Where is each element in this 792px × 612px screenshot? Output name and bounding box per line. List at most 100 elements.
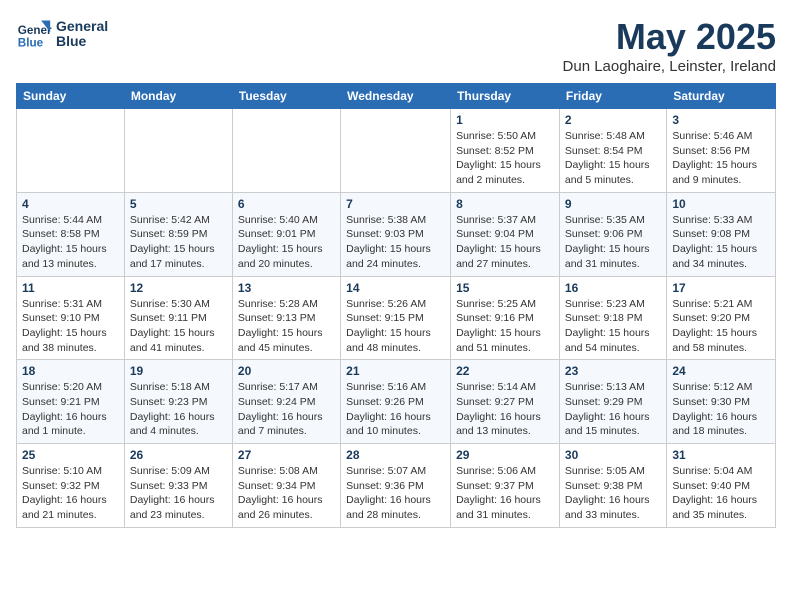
day-number: 14 (346, 281, 445, 295)
day-cell: 4 Sunrise: 5:44 AM Sunset: 8:58 PM Daylig… (17, 192, 125, 276)
day-info: Sunrise: 5:05 AM Sunset: 9:38 PM Dayligh… (565, 464, 661, 523)
week-row-2: 4 Sunrise: 5:44 AM Sunset: 8:58 PM Daylig… (17, 192, 776, 276)
week-row-4: 18Sunrise: 5:20 AM Sunset: 9:21 PM Dayli… (17, 360, 776, 444)
day-number: 2 (565, 113, 661, 127)
day-cell: 5Sunrise: 5:42 AM Sunset: 8:59 PM Daylig… (124, 192, 232, 276)
day-cell: 16 Sunrise: 5:23 AM Sunset: 9:18 PM Dayli… (559, 276, 666, 360)
day-info: Sunrise: 5:25 AM Sunset: 9:16 PM Dayligh… (456, 297, 554, 356)
day-cell: 24 Sunrise: 5:12 AM Sunset: 9:30 PM Dayli… (667, 360, 776, 444)
day-number: 26 (130, 448, 227, 462)
day-info: Sunrise: 5:33 AM Sunset: 9:08 PM Dayligh… (672, 213, 770, 272)
day-number: 6 (238, 197, 335, 211)
col-header-friday: Friday (559, 84, 666, 109)
day-info: Sunrise: 5:21 AM Sunset: 9:20 PM Dayligh… (672, 297, 770, 356)
day-info: Sunrise: 5:18 AM Sunset: 9:23 PM Dayligh… (130, 380, 227, 439)
day-number: 24 (672, 364, 770, 378)
day-number: 21 (346, 364, 445, 378)
day-cell: 19 Sunrise: 5:18 AM Sunset: 9:23 PM Dayli… (124, 360, 232, 444)
svg-text:Blue: Blue (18, 37, 44, 50)
day-info: Sunrise: 5:10 AM Sunset: 9:32 PM Dayligh… (22, 464, 119, 523)
col-header-sunday: Sunday (17, 84, 125, 109)
day-info: Sunrise: 5:30 AM Sunset: 9:11 PM Dayligh… (130, 297, 227, 356)
day-info: Sunrise: 5:23 AM Sunset: 9:18 PM Dayligh… (565, 297, 661, 356)
day-number: 17 (672, 281, 770, 295)
day-cell: 12 Sunrise: 5:30 AM Sunset: 9:11 PM Dayli… (124, 276, 232, 360)
day-number: 27 (238, 448, 335, 462)
day-number: 29 (456, 448, 554, 462)
col-header-monday: Monday (124, 84, 232, 109)
day-cell: 27 Sunrise: 5:08 AM Sunset: 9:34 PM Dayli… (232, 444, 340, 528)
day-cell: 1Sunrise: 5:50 AM Sunset: 8:52 PM Daylig… (451, 109, 560, 193)
day-cell: 6 Sunrise: 5:40 AM Sunset: 9:01 PM Daylig… (232, 192, 340, 276)
day-info: Sunrise: 5:16 AM Sunset: 9:26 PM Dayligh… (346, 380, 445, 439)
day-cell: 8Sunrise: 5:37 AM Sunset: 9:04 PM Daylig… (451, 192, 560, 276)
day-number: 18 (22, 364, 119, 378)
day-number: 1 (456, 113, 554, 127)
day-info: Sunrise: 5:40 AM Sunset: 9:01 PM Dayligh… (238, 213, 335, 272)
col-header-saturday: Saturday (667, 84, 776, 109)
day-number: 28 (346, 448, 445, 462)
day-number: 16 (565, 281, 661, 295)
logo-line2: Blue (56, 34, 108, 49)
day-cell: 22Sunrise: 5:14 AM Sunset: 9:27 PM Dayli… (451, 360, 560, 444)
day-number: 31 (672, 448, 770, 462)
logo: General Blue General Blue (16, 16, 108, 52)
location-title: Dun Laoghaire, Leinster, Ireland (563, 58, 776, 75)
day-cell: 23Sunrise: 5:13 AM Sunset: 9:29 PM Dayli… (559, 360, 666, 444)
day-info: Sunrise: 5:28 AM Sunset: 9:13 PM Dayligh… (238, 297, 335, 356)
day-info: Sunrise: 5:09 AM Sunset: 9:33 PM Dayligh… (130, 464, 227, 523)
day-number: 20 (238, 364, 335, 378)
day-number: 4 (22, 197, 119, 211)
calendar-table: SundayMondayTuesdayWednesdayThursdayFrid… (16, 83, 776, 528)
day-number: 30 (565, 448, 661, 462)
day-info: Sunrise: 5:08 AM Sunset: 9:34 PM Dayligh… (238, 464, 335, 523)
day-cell: 21 Sunrise: 5:16 AM Sunset: 9:26 PM Dayli… (341, 360, 451, 444)
day-cell (341, 109, 451, 193)
day-cell: 14 Sunrise: 5:26 AM Sunset: 9:15 PM Dayli… (341, 276, 451, 360)
day-cell (17, 109, 125, 193)
day-number: 10 (672, 197, 770, 211)
day-number: 9 (565, 197, 661, 211)
day-number: 12 (130, 281, 227, 295)
col-header-thursday: Thursday (451, 84, 560, 109)
day-cell: 25Sunrise: 5:10 AM Sunset: 9:32 PM Dayli… (17, 444, 125, 528)
day-cell: 31 Sunrise: 5:04 AM Sunset: 9:40 PM Dayli… (667, 444, 776, 528)
day-cell: 20Sunrise: 5:17 AM Sunset: 9:24 PM Dayli… (232, 360, 340, 444)
day-cell: 30 Sunrise: 5:05 AM Sunset: 9:38 PM Dayli… (559, 444, 666, 528)
day-info: Sunrise: 5:26 AM Sunset: 9:15 PM Dayligh… (346, 297, 445, 356)
day-cell (124, 109, 232, 193)
logo-icon: General Blue (16, 16, 52, 52)
day-number: 22 (456, 364, 554, 378)
week-row-1: 1Sunrise: 5:50 AM Sunset: 8:52 PM Daylig… (17, 109, 776, 193)
day-number: 7 (346, 197, 445, 211)
day-cell: 18Sunrise: 5:20 AM Sunset: 9:21 PM Dayli… (17, 360, 125, 444)
day-number: 3 (672, 113, 770, 127)
day-cell: 10 Sunrise: 5:33 AM Sunset: 9:08 PM Dayli… (667, 192, 776, 276)
day-info: Sunrise: 5:13 AM Sunset: 9:29 PM Dayligh… (565, 380, 661, 439)
day-cell: 28Sunrise: 5:07 AM Sunset: 9:36 PM Dayli… (341, 444, 451, 528)
day-number: 15 (456, 281, 554, 295)
day-number: 19 (130, 364, 227, 378)
page-header: General Blue General Blue May 2025 Dun L… (16, 16, 776, 75)
day-info: Sunrise: 5:44 AM Sunset: 8:58 PM Dayligh… (22, 213, 119, 272)
day-info: Sunrise: 5:37 AM Sunset: 9:04 PM Dayligh… (456, 213, 554, 272)
day-cell: 3Sunrise: 5:46 AM Sunset: 8:56 PM Daylig… (667, 109, 776, 193)
col-header-tuesday: Tuesday (232, 84, 340, 109)
day-info: Sunrise: 5:48 AM Sunset: 8:54 PM Dayligh… (565, 129, 661, 188)
day-cell: 7 Sunrise: 5:38 AM Sunset: 9:03 PM Daylig… (341, 192, 451, 276)
day-info: Sunrise: 5:38 AM Sunset: 9:03 PM Dayligh… (346, 213, 445, 272)
day-cell: 9Sunrise: 5:35 AM Sunset: 9:06 PM Daylig… (559, 192, 666, 276)
logo-line1: General (56, 19, 108, 34)
day-number: 11 (22, 281, 119, 295)
day-info: Sunrise: 5:31 AM Sunset: 9:10 PM Dayligh… (22, 297, 119, 356)
day-number: 13 (238, 281, 335, 295)
day-cell: 29Sunrise: 5:06 AM Sunset: 9:37 PM Dayli… (451, 444, 560, 528)
day-cell: 17 Sunrise: 5:21 AM Sunset: 9:20 PM Dayli… (667, 276, 776, 360)
day-info: Sunrise: 5:04 AM Sunset: 9:40 PM Dayligh… (672, 464, 770, 523)
day-info: Sunrise: 5:12 AM Sunset: 9:30 PM Dayligh… (672, 380, 770, 439)
title-block: May 2025 Dun Laoghaire, Leinster, Irelan… (563, 16, 776, 75)
day-cell: 15 Sunrise: 5:25 AM Sunset: 9:16 PM Dayli… (451, 276, 560, 360)
logo-text: General Blue (56, 19, 108, 50)
day-cell: 26 Sunrise: 5:09 AM Sunset: 9:33 PM Dayli… (124, 444, 232, 528)
day-cell: 13 Sunrise: 5:28 AM Sunset: 9:13 PM Dayli… (232, 276, 340, 360)
